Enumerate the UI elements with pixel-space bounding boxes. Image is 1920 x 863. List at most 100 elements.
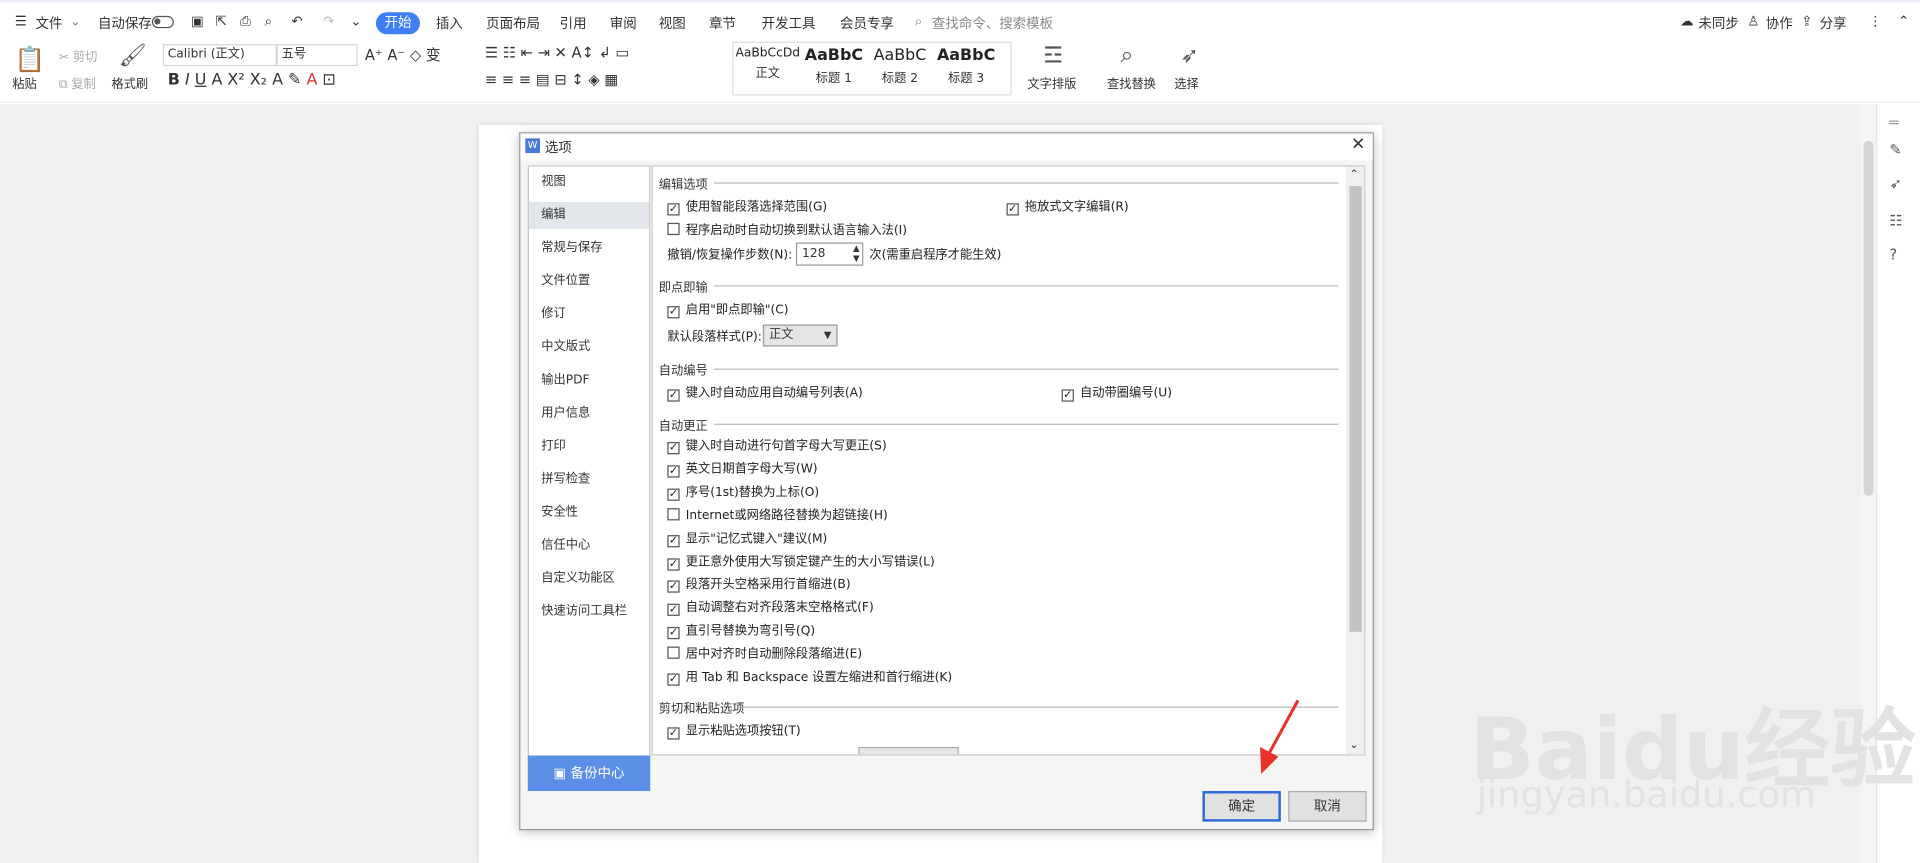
nav-item-view[interactable]: 视图 — [529, 169, 649, 196]
search-input[interactable]: 查找命令、搜索模板 — [932, 13, 1053, 33]
options-panel: 编辑选项 ✓ 使用智能段落选择范围(G) ✓ 拖放式文字编辑(R) 程序启动时自动切… — [651, 165, 1366, 756]
autosave-toggle[interactable] — [151, 15, 174, 29]
format-painter-label[interactable]: 格式刷 — [111, 73, 148, 91]
nav-item-file-location[interactable]: 文件位置 — [529, 268, 649, 295]
share-button[interactable]: 分享 — [1820, 13, 1847, 33]
style-heading-3[interactable]: AaBbC 标题 3 — [933, 44, 999, 91]
tab-review[interactable]: 审阅 — [610, 13, 637, 33]
print-icon[interactable]: ⎙ — [240, 13, 251, 30]
checkbox-auto-ime[interactable]: 程序启动时自动切换到默认语言输入法(I) — [667, 222, 907, 239]
sync-status[interactable]: 未同步 — [1698, 13, 1738, 33]
redo-icon[interactable]: ↷ — [323, 13, 334, 29]
save-icon[interactable]: ▣ — [191, 13, 204, 29]
text-layout-icon[interactable]: ☲ — [1043, 43, 1063, 69]
style-heading-2[interactable]: AaBbC 标题 2 — [867, 44, 933, 91]
align-icons[interactable]: ≡ ≡ ≡ ▤ ⊟ ↕ ◈ ▦ — [485, 71, 618, 88]
preview-icon[interactable]: ⌕ — [264, 13, 272, 30]
font-size-select[interactable]: 五号 — [276, 44, 358, 67]
font-name-select[interactable]: Calibri (正文) — [162, 44, 277, 67]
nav-item-quick-access[interactable]: 快速访问工具栏 — [529, 599, 649, 626]
cut-button[interactable]: ✂ 剪切 — [59, 47, 98, 64]
checkbox-drag-edit[interactable]: ✓ 拖放式文字编辑(R) — [1006, 200, 1129, 216]
sliders-icon[interactable]: ☷ — [1889, 212, 1902, 229]
share-icon: ⇪ — [1801, 13, 1813, 30]
checkbox-autocorrect-item[interactable]: ✓ 显示"记忆式键入"建议(M) — [667, 531, 827, 547]
tab-insert[interactable]: 插入 — [436, 13, 463, 33]
chevron-down-icon[interactable]: ⌄ — [70, 13, 81, 29]
style-heading-1[interactable]: AaBbC 标题 1 — [801, 44, 867, 91]
scroll-down-icon[interactable]: ⌄ — [1349, 740, 1358, 752]
checkbox-autocorrect-item[interactable]: 居中对齐时自动删除段落缩进(E) — [667, 646, 862, 663]
undo-steps-spinner[interactable]: 128 ▲ ▼ — [795, 242, 864, 266]
menu-icon[interactable]: ☰ — [15, 13, 27, 29]
tab-developer[interactable]: 开发工具 — [762, 13, 816, 33]
nav-item-general-save[interactable]: 常规与保存 — [529, 235, 649, 262]
scroll-up-icon[interactable]: ⌃ — [1349, 169, 1358, 181]
list-icons[interactable]: ☰ ☷ ⇤ ⇥ ✕ A↕ ↲ ▭ — [485, 44, 630, 61]
font-grow-icon[interactable]: A⁺ A⁻ ◇ 变 — [365, 44, 441, 65]
nav-item-revision[interactable]: 修订 — [529, 301, 649, 328]
text-layout-button[interactable]: 文字排版 — [1027, 73, 1076, 91]
find-replace-button[interactable]: 查找替换 — [1107, 73, 1156, 91]
export-icon[interactable]: ⇱ — [216, 13, 227, 29]
tab-layout[interactable]: 页面布局 — [486, 13, 540, 33]
checkbox-autocorrect-item[interactable]: ✓ 英文日期首字母大写(W) — [667, 462, 818, 478]
nav-item-security[interactable]: 安全性 — [529, 500, 649, 527]
checkbox-autocorrect-item[interactable]: ✓ 用 Tab 和 Backspace 设置左缩进和首行缩进(K) — [667, 670, 952, 686]
format-painter-icon[interactable]: 🖌 — [119, 43, 147, 69]
checkbox-autocorrect-item[interactable]: Internet或网络路径替换为超链接(H) — [667, 507, 888, 524]
checkbox-autocorrect-item[interactable]: ✓ 直引号替换为弯引号(Q) — [667, 624, 815, 640]
nav-item-export-pdf[interactable]: 输出PDF — [529, 367, 649, 394]
close-icon[interactable]: ✕ — [1351, 135, 1365, 155]
find-icon[interactable]: ⌕ — [1120, 42, 1133, 69]
checkbox-circle-num[interactable]: ✓ 自动带圈编号(U) — [1061, 386, 1172, 402]
checkbox-instant-enable[interactable]: ✓ 启用"即点即输"(C) — [667, 302, 789, 319]
pointer-icon[interactable]: ➶ — [1889, 175, 1901, 192]
watermark-url: jingyan.baidu.com — [1476, 773, 1816, 817]
sidebar-collapse-icon[interactable]: ═ — [1889, 114, 1898, 131]
checkbox-autocorrect-item[interactable]: ✓ 序号(1st)替换为上标(O) — [667, 485, 819, 501]
nav-item-print[interactable]: 打印 — [529, 433, 649, 460]
options-nav: 视图 编辑 常规与保存 文件位置 修订 中文版式 输出PDF 用户信息 打印 拼… — [527, 165, 651, 758]
more-menu-icon[interactable]: ⋮ — [1869, 13, 1882, 29]
default-style-select[interactable]: 正文 ▼ — [762, 324, 838, 347]
checkbox-autocorrect-item[interactable]: ✓ 自动调整右对齐段落末空格格式(F) — [667, 600, 874, 617]
checkbox-autocorrect-item[interactable]: ✓ 段落开头空格采用行首缩进(B) — [667, 577, 851, 594]
ok-button[interactable]: 确定 — [1202, 791, 1281, 822]
paste-icon[interactable]: 📋 — [15, 44, 45, 73]
nav-item-chinese-layout[interactable]: 中文版式 — [529, 334, 649, 361]
tab-member[interactable]: 会员专享 — [840, 13, 894, 33]
help-icon[interactable]: ? — [1889, 246, 1897, 263]
collapse-icon[interactable]: ⌃ — [1898, 13, 1909, 29]
cancel-button[interactable]: 取消 — [1288, 791, 1367, 822]
nav-item-edit[interactable]: 编辑 — [528, 202, 649, 229]
nav-item-trust-center[interactable]: 信任中心 — [529, 533, 649, 560]
pen-icon[interactable]: ✎ — [1889, 141, 1901, 158]
select-button[interactable]: 选择 — [1174, 73, 1198, 91]
checkbox-autocorrect-item[interactable]: ✓ 键入时自动进行句首字母大写更正(S) — [667, 438, 887, 455]
checkbox-smart-para[interactable]: ✓ 使用智能段落选择范围(G) — [667, 200, 827, 216]
checkbox-auto-list[interactable]: ✓ 键入时自动应用自动编号列表(A) — [667, 386, 863, 402]
backup-center-button[interactable]: ▣ 备份中心 — [527, 755, 651, 792]
tab-home[interactable]: 开始 — [375, 12, 421, 35]
nav-item-user-info[interactable]: 用户信息 — [529, 400, 649, 427]
nav-item-custom-ribbon[interactable]: 自定义功能区 — [529, 566, 649, 593]
collab-button[interactable]: 协作 — [1766, 13, 1793, 33]
copy-button[interactable]: ⧉ 复制 — [59, 73, 96, 91]
checkbox-show-paste-btn[interactable]: ✓ 显示粘贴选项按钮(T) — [667, 724, 801, 740]
cursor-icon[interactable]: ➶ — [1180, 43, 1198, 69]
style-normal[interactable]: AaBbCcDd 正文 — [735, 44, 801, 91]
tab-view[interactable]: 视图 — [659, 13, 686, 33]
nav-item-spell-check[interactable]: 拼写检查 — [529, 467, 649, 494]
backup-icon: ▣ — [553, 765, 571, 782]
partial-select[interactable] — [858, 746, 959, 755]
file-menu[interactable]: 文件 — [36, 13, 63, 33]
undo-icon[interactable]: ↶ — [291, 13, 302, 29]
more-icon[interactable]: ⌄ — [350, 13, 361, 29]
tab-chapter[interactable]: 章节 — [709, 13, 736, 33]
checkbox-autocorrect-item[interactable]: ✓ 更正意外使用大写锁定键产生的大小写错误(L) — [667, 554, 935, 571]
font-format-icons[interactable]: B I U A X² X₂ A ✎ A ⊡ — [168, 71, 336, 89]
paste-label[interactable]: 粘贴 — [12, 73, 36, 91]
tab-references[interactable]: 引用 — [560, 13, 587, 33]
panel-scrollbar[interactable]: ⌃ ⌄ — [1345, 166, 1365, 755]
